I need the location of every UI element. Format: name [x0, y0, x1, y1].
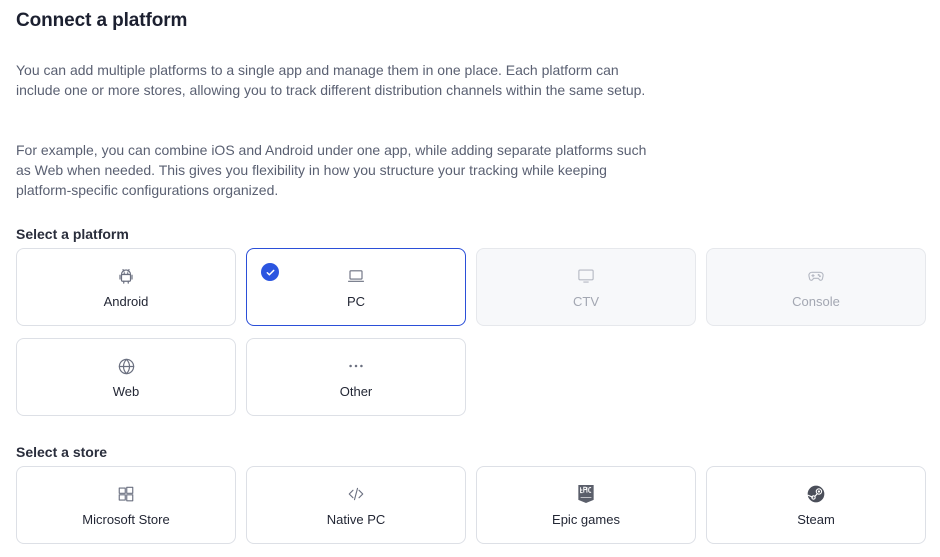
check-icon — [261, 263, 279, 281]
steam-icon — [806, 484, 826, 504]
platform-card-other[interactable]: Other — [246, 338, 466, 416]
store-label-steam: Steam — [797, 512, 835, 527]
platform-card-ctv: CTV — [476, 248, 696, 326]
platform-card-android[interactable]: Android — [16, 248, 236, 326]
platform-label-web: Web — [112, 384, 140, 399]
laptop-icon — [346, 266, 366, 286]
windows-icon — [116, 484, 136, 504]
more-icon — [346, 356, 366, 376]
connect-platform-page: Connect a platform You can add multiple … — [0, 0, 940, 557]
store-label-native-pc: Native PC — [326, 512, 386, 527]
intro-paragraph-2: For example, you can combine iOS and And… — [16, 142, 647, 198]
platform-label-other: Other — [339, 384, 373, 399]
platform-card-web[interactable]: Web — [16, 338, 236, 416]
code-icon — [346, 484, 366, 504]
gamepad-icon — [806, 266, 826, 286]
store-label-epic-games: Epic games — [552, 512, 620, 527]
globe-icon — [116, 356, 136, 376]
store-card-native-pc[interactable]: Native PC — [246, 466, 466, 544]
platform-label-console: Console — [792, 294, 840, 309]
android-icon — [116, 266, 136, 286]
intro-paragraph-1: You can add multiple platforms to a sing… — [16, 62, 646, 98]
platform-card-pc[interactable]: PC — [246, 248, 466, 326]
platform-label-android: Android — [103, 294, 149, 309]
platform-label-ctv: CTV — [573, 294, 599, 309]
store-label-microsoft-store: Microsoft Store — [82, 512, 170, 527]
select-store-label: Select a store — [16, 444, 108, 460]
platform-card-console: Console — [706, 248, 926, 326]
tv-icon — [576, 266, 596, 286]
epic-games-icon — [576, 484, 596, 504]
store-card-steam[interactable]: Steam — [706, 466, 926, 544]
store-card-epic-games[interactable]: Epic games — [476, 466, 696, 544]
store-card-microsoft-store[interactable]: Microsoft Store — [16, 466, 236, 544]
platform-label-pc: PC — [346, 294, 366, 309]
select-platform-label: Select a platform — [16, 226, 129, 242]
page-title: Connect a platform — [16, 10, 188, 31]
